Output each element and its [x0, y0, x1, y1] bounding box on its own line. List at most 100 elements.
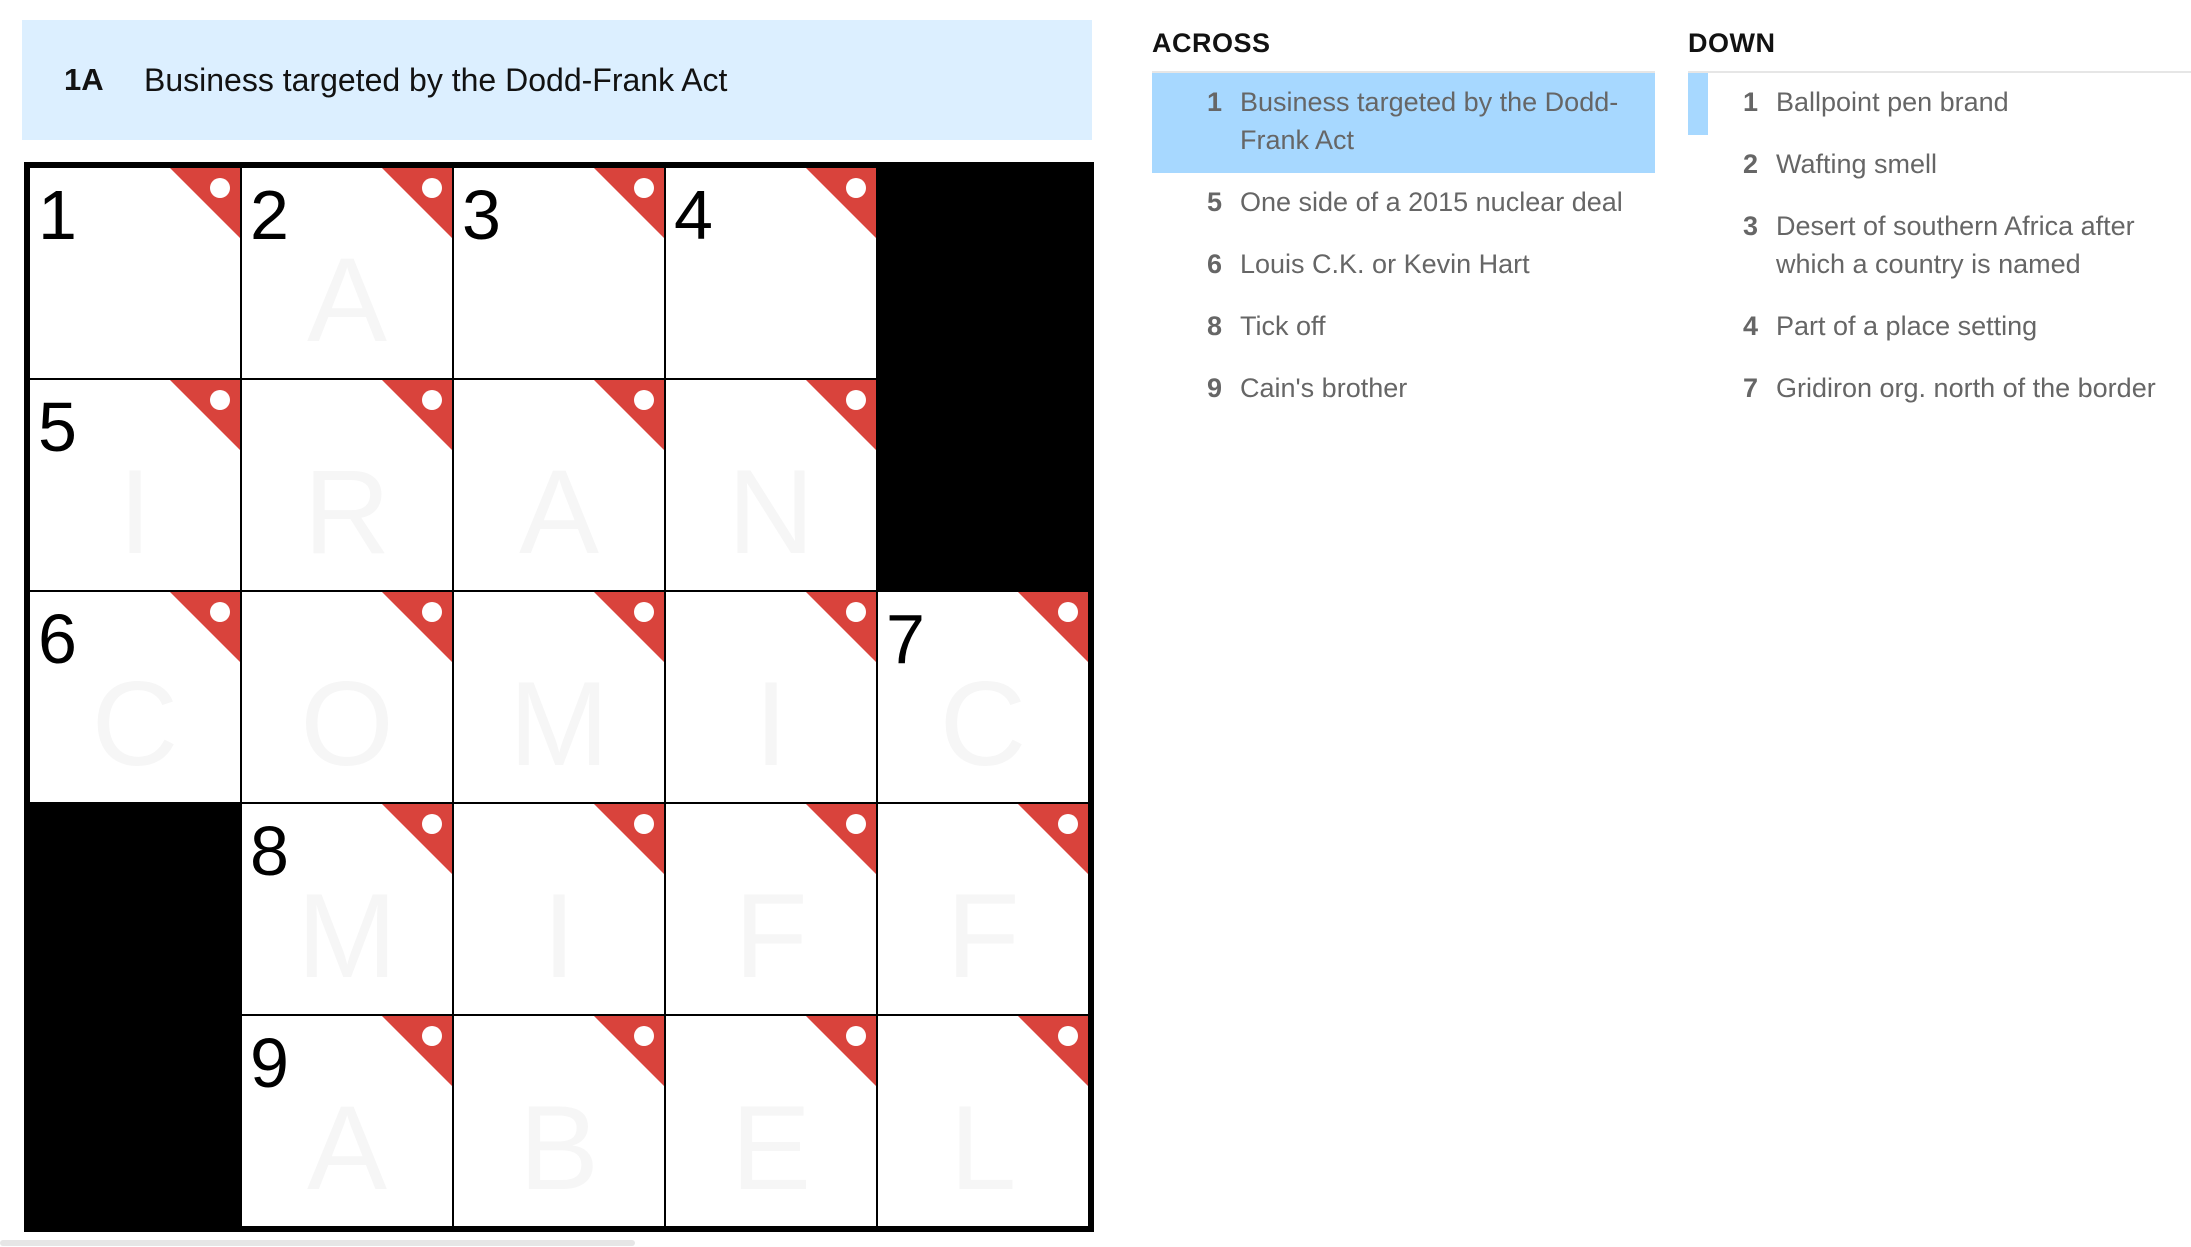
clue-text: One side of a 2015 nuclear deal — [1240, 187, 1623, 217]
grid-cell[interactable]: O — [242, 592, 452, 802]
grid-cell[interactable]: 6C — [30, 592, 240, 802]
grid-cell[interactable]: I — [454, 804, 664, 1014]
check-flag-icon — [170, 592, 240, 662]
clue-text: Cain's brother — [1240, 373, 1408, 403]
check-flag-icon — [170, 168, 240, 238]
clue-text: Louis C.K. or Kevin Hart — [1240, 249, 1530, 279]
clue-number: 7 — [1742, 373, 1758, 403]
current-clue-text: Business targeted by the Dodd-Frank Act — [144, 61, 728, 98]
cell-letter: C — [91, 657, 179, 791]
cell-letter: A — [306, 233, 388, 367]
flag-dot-icon — [846, 390, 866, 410]
down-clues: 1 Ballpoint pen brand 2 Wafting smell 3 Deser… — [1688, 73, 2191, 421]
grid-cell[interactable]: 9A — [242, 1016, 452, 1226]
cell-letter: I — [542, 869, 576, 1003]
check-flag-icon — [594, 804, 664, 874]
grid-cell[interactable]: 5I — [30, 380, 240, 590]
check-flag-icon — [1018, 804, 1088, 874]
grid-cell[interactable]: F — [878, 804, 1088, 1014]
check-flag-icon — [382, 1016, 452, 1086]
grid-cell[interactable]: F — [666, 804, 876, 1014]
clue-number: 9 — [1206, 373, 1222, 403]
check-flag-icon — [382, 592, 452, 662]
clue-text: Ballpoint pen brand — [1776, 87, 2009, 117]
flag-dot-icon — [634, 602, 654, 622]
flag-dot-icon — [846, 602, 866, 622]
flag-dot-icon — [422, 602, 442, 622]
across-clue-item[interactable]: 9 Cain's brother — [1152, 359, 1655, 421]
clue-number: 6 — [1206, 249, 1222, 279]
cell-letter: E — [730, 1081, 812, 1215]
clue-text: Desert of southern Africa after which a … — [1776, 211, 2135, 279]
check-flag-icon — [1018, 1016, 1088, 1086]
across-clues: 1 Business targeted by the Dodd-Frank Act… — [1152, 73, 1655, 421]
check-flag-icon — [594, 380, 664, 450]
down-clue-item[interactable]: 7 Gridiron org. north of the border — [1688, 359, 2191, 421]
grid-cell[interactable]: B — [454, 1016, 664, 1226]
grid-cell[interactable]: 4 — [666, 168, 876, 378]
grid-cell[interactable]: 8M — [242, 804, 452, 1014]
across-clue-item[interactable]: 1 Business targeted by the Dodd-Frank Act — [1152, 73, 1655, 173]
across-clue-list: ACROSS 1 Business targeted by the Dodd-Fr… — [1152, 28, 1655, 421]
flag-dot-icon — [422, 178, 442, 198]
down-clue-item[interactable]: 1 Ballpoint pen brand — [1688, 73, 2191, 135]
grid-cell-block — [878, 168, 1088, 378]
check-flag-icon — [170, 380, 240, 450]
flag-dot-icon — [210, 602, 230, 622]
down-clue-item[interactable]: 2 Wafting smell — [1688, 135, 2191, 197]
grid-cell[interactable]: A — [454, 380, 664, 590]
clue-number: 5 — [1206, 187, 1222, 217]
down-clue-item[interactable]: 3 Desert of southern Africa after which a… — [1688, 197, 2191, 297]
flag-dot-icon — [634, 1026, 654, 1046]
clue-number: 2 — [1742, 149, 1758, 179]
grid-cell[interactable]: L — [878, 1016, 1088, 1226]
check-flag-icon — [806, 592, 876, 662]
cell-letter: L — [949, 1081, 1017, 1215]
check-flag-icon — [806, 380, 876, 450]
clue-number: 4 — [1742, 311, 1758, 341]
across-clue-item[interactable]: 5 One side of a 2015 nuclear deal — [1152, 173, 1655, 235]
check-flag-icon — [382, 168, 452, 238]
cell-letter: N — [727, 445, 815, 579]
check-flag-icon — [594, 1016, 664, 1086]
horizontal-scrollbar[interactable] — [0, 1240, 635, 1246]
flag-dot-icon — [210, 178, 230, 198]
flag-dot-icon — [1058, 814, 1078, 834]
cell-letter: O — [300, 657, 394, 791]
cell-number: 3 — [462, 176, 501, 254]
grid-cell[interactable]: 3 — [454, 168, 664, 378]
grid-cell[interactable]: E — [666, 1016, 876, 1226]
check-flag-icon — [1018, 592, 1088, 662]
check-flag-icon — [382, 804, 452, 874]
flag-dot-icon — [846, 1026, 866, 1046]
clue-number: 1 — [1742, 87, 1758, 117]
grid-cell[interactable]: N — [666, 380, 876, 590]
grid-cell[interactable]: R — [242, 380, 452, 590]
flag-dot-icon — [846, 814, 866, 834]
grid-cell[interactable]: 2A — [242, 168, 452, 378]
clue-number: 1 — [1206, 87, 1222, 117]
grid-cell[interactable]: 1 — [30, 168, 240, 378]
check-flag-icon — [806, 804, 876, 874]
down-title: DOWN — [1688, 28, 2191, 73]
across-clue-item[interactable]: 6 Louis C.K. or Kevin Hart — [1152, 235, 1655, 297]
check-flag-icon — [806, 1016, 876, 1086]
flag-dot-icon — [1058, 602, 1078, 622]
clue-text: Part of a place setting — [1776, 311, 2038, 341]
grid-cell-block — [30, 1016, 240, 1226]
cell-letter: A — [518, 445, 600, 579]
grid-cell[interactable]: M — [454, 592, 664, 802]
grid-cell-block — [30, 804, 240, 1014]
across-clue-item[interactable]: 8 Tick off — [1152, 297, 1655, 359]
cell-letter: C — [939, 657, 1027, 791]
clue-text: Gridiron org. north of the border — [1776, 373, 2156, 403]
grid-cell[interactable]: I — [666, 592, 876, 802]
across-title: ACROSS — [1152, 28, 1655, 73]
down-clue-item[interactable]: 4 Part of a place setting — [1688, 297, 2191, 359]
flag-dot-icon — [422, 390, 442, 410]
flag-dot-icon — [634, 178, 654, 198]
flag-dot-icon — [846, 178, 866, 198]
grid-cell[interactable]: 7C — [878, 592, 1088, 802]
down-clue-list: DOWN 1 Ballpoint pen brand 2 Wafting smell 3… — [1688, 28, 2191, 421]
clue-text: Business targeted by the Dodd-Frank Act — [1240, 87, 1619, 155]
